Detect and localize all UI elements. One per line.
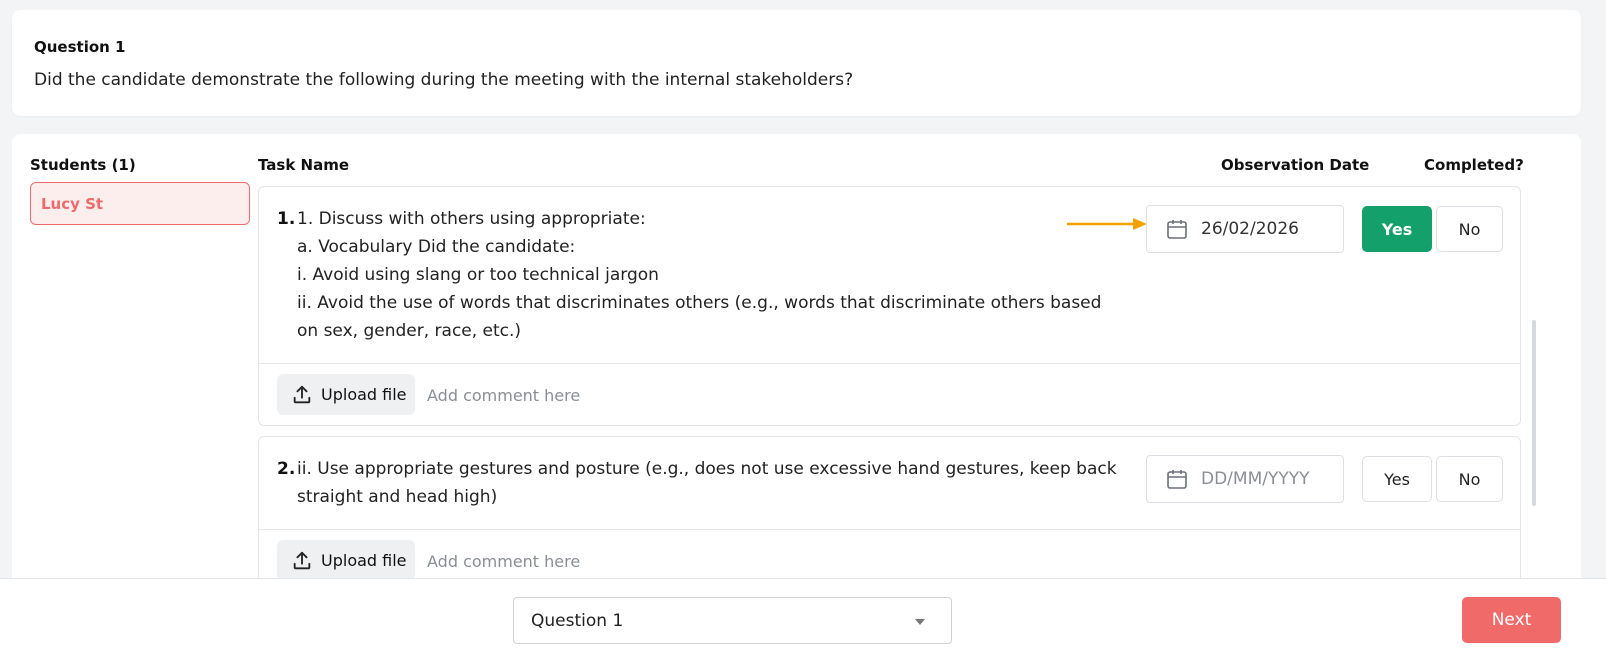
task-line: ii. Use appropriate gestures and posture…: [297, 459, 1117, 507]
student-item-lucy-st[interactable]: Lucy St: [30, 182, 250, 225]
comment-input[interactable]: Add comment here: [427, 386, 580, 405]
observation-date-input[interactable]: 26/02/2026: [1146, 205, 1344, 253]
upload-file-button[interactable]: Upload file: [277, 374, 415, 415]
task-line: 1. Discuss with others using appropriate…: [297, 209, 646, 229]
calendar-icon: [1167, 470, 1187, 489]
upload-file-button[interactable]: Upload file: [277, 540, 415, 581]
task-description: ii. Use appropriate gestures and posture…: [297, 455, 1117, 511]
completed-column-header: Completed?: [1424, 156, 1524, 174]
comment-input[interactable]: Add comment here: [427, 552, 580, 571]
upload-icon: [293, 385, 311, 403]
date-placeholder: DD/MM/YYYY: [1201, 469, 1310, 489]
yes-button[interactable]: Yes: [1362, 456, 1432, 502]
question-card: Question 1 Did the candidate demonstrate…: [12, 10, 1581, 116]
task-line: i. Avoid using slang or too technical ja…: [297, 265, 659, 285]
task-number: 2.: [277, 459, 296, 479]
footer-bar: Question 1 Next: [0, 578, 1606, 664]
upload-label: Upload file: [321, 551, 407, 570]
question-label: Question 1: [34, 38, 126, 56]
calendar-icon: [1167, 220, 1187, 239]
students-column-header: Students (1): [30, 156, 136, 174]
arrow-right-icon: [1067, 218, 1147, 230]
task-name-column-header: Task Name: [258, 156, 350, 174]
divider: [259, 363, 1520, 364]
task-number: 1.: [277, 209, 296, 229]
task-description: 1. Discuss with others using appropriate…: [297, 205, 1117, 345]
date-value: 26/02/2026: [1201, 219, 1299, 239]
upload-label: Upload file: [321, 385, 407, 404]
assessment-panel: Students (1) Task Name Observation Date …: [12, 134, 1581, 636]
task-card-1: 1. 1. Discuss with others using appropri…: [258, 186, 1521, 426]
task-line: a. Vocabulary Did the candidate:: [297, 237, 576, 257]
task-line: ii. Avoid the use of words that discrimi…: [297, 293, 1102, 341]
next-button[interactable]: Next: [1462, 597, 1561, 643]
scrollbar[interactable]: [1532, 320, 1536, 506]
question-text: Did the candidate demonstrate the follow…: [34, 70, 854, 90]
chevron-down-icon: [915, 619, 925, 625]
observation-date-input[interactable]: DD/MM/YYYY: [1146, 455, 1344, 503]
upload-icon: [293, 551, 311, 569]
divider: [259, 529, 1520, 530]
question-select-value: Question 1: [531, 610, 624, 631]
no-button[interactable]: No: [1436, 206, 1503, 252]
yes-button[interactable]: Yes: [1362, 206, 1432, 252]
no-button[interactable]: No: [1436, 456, 1503, 502]
question-select[interactable]: Question 1: [513, 597, 952, 644]
observation-date-column-header: Observation Date: [1221, 156, 1370, 174]
